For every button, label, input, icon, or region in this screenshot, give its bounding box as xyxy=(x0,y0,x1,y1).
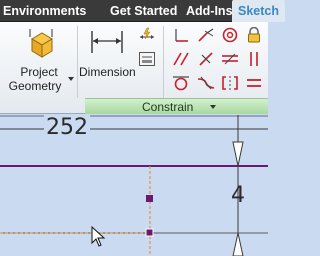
horizontal-icon xyxy=(222,53,238,65)
coincident-constraint-button[interactable] xyxy=(172,27,190,43)
chevron-down-icon[interactable] xyxy=(210,105,216,109)
chevron-down-icon[interactable] xyxy=(68,77,74,81)
sketch-point xyxy=(146,195,153,202)
show-constraints-icon xyxy=(139,52,155,66)
sketch-canvas[interactable]: 252 4 xyxy=(0,115,268,256)
lock-icon xyxy=(248,26,260,43)
dimension-arrow xyxy=(232,141,244,167)
ribbon-separator xyxy=(77,26,78,98)
perpendicular-icon xyxy=(199,52,213,66)
mouse-cursor xyxy=(91,225,106,247)
symmetric-constraint-button[interactable] xyxy=(221,75,239,91)
coincident-icon xyxy=(175,29,188,42)
collinear-icon xyxy=(198,28,214,42)
ribbon-separator xyxy=(163,26,164,98)
dimension-arrow xyxy=(232,232,244,256)
tab-sketch[interactable]: Sketch xyxy=(232,0,285,22)
tangent-constraint-button[interactable] xyxy=(172,75,190,91)
equal-constraint-button[interactable] xyxy=(245,75,263,91)
symmetric-icon xyxy=(222,76,238,90)
tab-add-ins[interactable]: Add-Ins xyxy=(186,0,233,22)
constrain-panel-title[interactable]: Constrain xyxy=(85,98,268,114)
parallel-icon xyxy=(173,52,189,66)
tab-environments[interactable]: Environments xyxy=(3,0,86,22)
show-constraints-button[interactable] xyxy=(138,51,156,67)
tangent-icon xyxy=(173,76,189,91)
ribbon-panel: Project Geometry Dimension Constrain xyxy=(0,22,268,114)
collinear-constraint-button[interactable] xyxy=(197,27,215,43)
smooth-constraint-button[interactable] xyxy=(197,75,215,91)
vertical-constraint-button[interactable] xyxy=(245,51,263,67)
project-geometry-icon xyxy=(29,29,53,58)
smooth-icon xyxy=(197,76,215,90)
auto-dimension-icon xyxy=(140,27,154,40)
project-geometry-label-line1: Project xyxy=(20,65,58,79)
equal-icon xyxy=(247,79,261,87)
project-geometry-label-line2: Geometry xyxy=(8,79,62,93)
horizontal-constraint-button[interactable] xyxy=(221,51,239,67)
tab-get-started[interactable]: Get Started xyxy=(110,0,177,22)
concentric-constraint-button[interactable] xyxy=(221,27,239,43)
auto-dimension-button[interactable] xyxy=(138,27,156,43)
parallel-constraint-button[interactable] xyxy=(172,51,190,67)
sketch-point xyxy=(145,228,154,237)
horizontal-dimension-value[interactable]: 252 xyxy=(44,115,90,140)
project-geometry-button[interactable]: Project Geometry xyxy=(4,24,74,96)
vertical-dimension-value[interactable]: 4 xyxy=(231,183,245,208)
dimension-button[interactable]: Dimension xyxy=(79,24,136,96)
fix-constraint-button[interactable] xyxy=(245,26,263,43)
dimension-label: Dimension xyxy=(79,65,136,79)
perpendicular-constraint-button[interactable] xyxy=(197,51,215,67)
vertical-icon xyxy=(250,52,258,66)
dimension-icon xyxy=(91,31,123,53)
constrain-panel-label: Constrain xyxy=(142,100,194,114)
ribbon-tab-bar: Environments Get Started Add-Ins Sketch xyxy=(0,0,285,22)
concentric-icon xyxy=(222,27,238,43)
sketch-geometry xyxy=(0,115,268,256)
